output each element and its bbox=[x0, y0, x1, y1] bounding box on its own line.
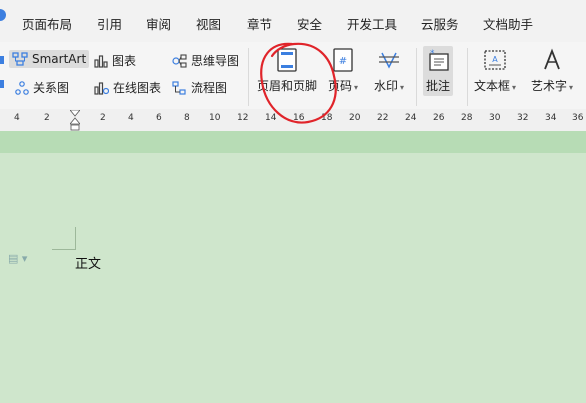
flowchart-button[interactable]: 流程图 bbox=[172, 79, 227, 96]
comment-icon: * bbox=[429, 49, 449, 71]
watermark-icon bbox=[379, 52, 400, 69]
smartart-button[interactable]: SmartArt bbox=[9, 50, 90, 68]
watermark-button[interactable]: 水印 ▾ bbox=[374, 48, 404, 94]
flowchart-label: 流程图 bbox=[191, 81, 228, 95]
separator bbox=[248, 48, 249, 106]
menu-developer-tools[interactable]: 开发工具 bbox=[347, 14, 397, 33]
margin-corner-mark bbox=[52, 249, 76, 250]
flowchart-icon bbox=[172, 80, 186, 95]
chevron-down-icon: ▾ bbox=[512, 83, 517, 92]
wordart-button[interactable]: 艺术字 ▾ bbox=[531, 48, 573, 94]
ruler-tick: 4 bbox=[14, 113, 20, 123]
cut-off-icon-2 bbox=[0, 80, 4, 88]
ruler-tick: 28 bbox=[461, 113, 473, 123]
comment-button[interactable]: * 批注 bbox=[423, 46, 454, 96]
separator bbox=[416, 48, 417, 106]
ruler-tick: 34 bbox=[545, 113, 557, 123]
wordart-icon bbox=[544, 48, 560, 70]
body-text[interactable]: 正文 bbox=[75, 253, 101, 272]
menu-section[interactable]: 章节 bbox=[247, 14, 272, 33]
watermark-label: 水印 bbox=[374, 79, 399, 93]
ruler-tick: 32 bbox=[517, 113, 529, 123]
ruler-tick: 6 bbox=[156, 113, 162, 123]
paragraph-style-icon[interactable]: ▤ ▾ bbox=[8, 252, 27, 265]
app-logo-icon bbox=[0, 9, 6, 21]
chart-icon bbox=[94, 54, 108, 68]
svg-text:*: * bbox=[430, 49, 435, 59]
chart-label: 图表 bbox=[112, 54, 137, 68]
chart-button[interactable]: 图表 bbox=[94, 52, 136, 69]
cut-off-icon bbox=[0, 56, 4, 64]
online-chart-icon bbox=[94, 81, 109, 95]
mindmap-icon bbox=[172, 53, 187, 68]
chevron-down-icon: ▾ bbox=[400, 83, 405, 92]
page-top-margin bbox=[0, 131, 586, 153]
ruler-tick: 30 bbox=[489, 113, 501, 123]
ruler-tick: 26 bbox=[433, 113, 445, 123]
relation-icon bbox=[15, 80, 29, 95]
margin-corner-mark bbox=[75, 227, 76, 249]
online-chart-button[interactable]: 在线图表 bbox=[94, 79, 161, 96]
document-page[interactable] bbox=[0, 153, 586, 403]
ruler-tick: 8 bbox=[184, 113, 190, 123]
menu-page-layout[interactable]: 页面布局 bbox=[22, 14, 72, 33]
smartart-icon bbox=[12, 52, 28, 66]
smartart-label: SmartArt bbox=[32, 52, 87, 66]
ruler-tick: 20 bbox=[349, 113, 361, 123]
ruler-tick: 36 bbox=[572, 113, 584, 123]
wordart-label: 艺术字 bbox=[531, 79, 568, 93]
comment-label: 批注 bbox=[426, 79, 451, 93]
red-circle-annotation bbox=[260, 42, 337, 124]
ruler-tick: 24 bbox=[405, 113, 417, 123]
chevron-down-icon: ▾ bbox=[354, 83, 359, 92]
mindmap-button[interactable]: 思维导图 bbox=[172, 52, 239, 69]
textbox-icon: A bbox=[484, 50, 506, 70]
textbox-label: 文本框 bbox=[474, 79, 511, 93]
relation-chart-button[interactable]: 关系图 bbox=[15, 79, 69, 96]
textbox-button[interactable]: A 文本框 ▾ bbox=[474, 48, 516, 94]
relation-label: 关系图 bbox=[33, 81, 70, 95]
menu-security[interactable]: 安全 bbox=[297, 14, 322, 33]
online-chart-label: 在线图表 bbox=[113, 81, 162, 95]
ruler-tick: 2 bbox=[44, 113, 50, 123]
svg-text:A: A bbox=[492, 55, 498, 64]
ruler-tick: 22 bbox=[377, 113, 389, 123]
indent-marker-icon[interactable] bbox=[70, 110, 80, 131]
ruler-tick: 4 bbox=[128, 113, 134, 123]
menu-review[interactable]: 审阅 bbox=[146, 14, 171, 33]
ruler-tick: 10 bbox=[209, 113, 221, 123]
separator bbox=[467, 48, 468, 106]
menu-references[interactable]: 引用 bbox=[97, 14, 122, 33]
menu-bar: 页面布局 引用 审阅 视图 章节 安全 开发工具 云服务 文档助手 bbox=[0, 0, 586, 42]
ruler-tick: 12 bbox=[237, 113, 249, 123]
menu-cloud-services[interactable]: 云服务 bbox=[421, 14, 459, 33]
ruler-tick: 2 bbox=[100, 113, 106, 123]
menu-view[interactable]: 视图 bbox=[196, 14, 221, 33]
chevron-down-icon: ▾ bbox=[569, 83, 574, 92]
mindmap-label: 思维导图 bbox=[191, 54, 240, 68]
menu-doc-assistant[interactable]: 文档助手 bbox=[483, 14, 533, 33]
